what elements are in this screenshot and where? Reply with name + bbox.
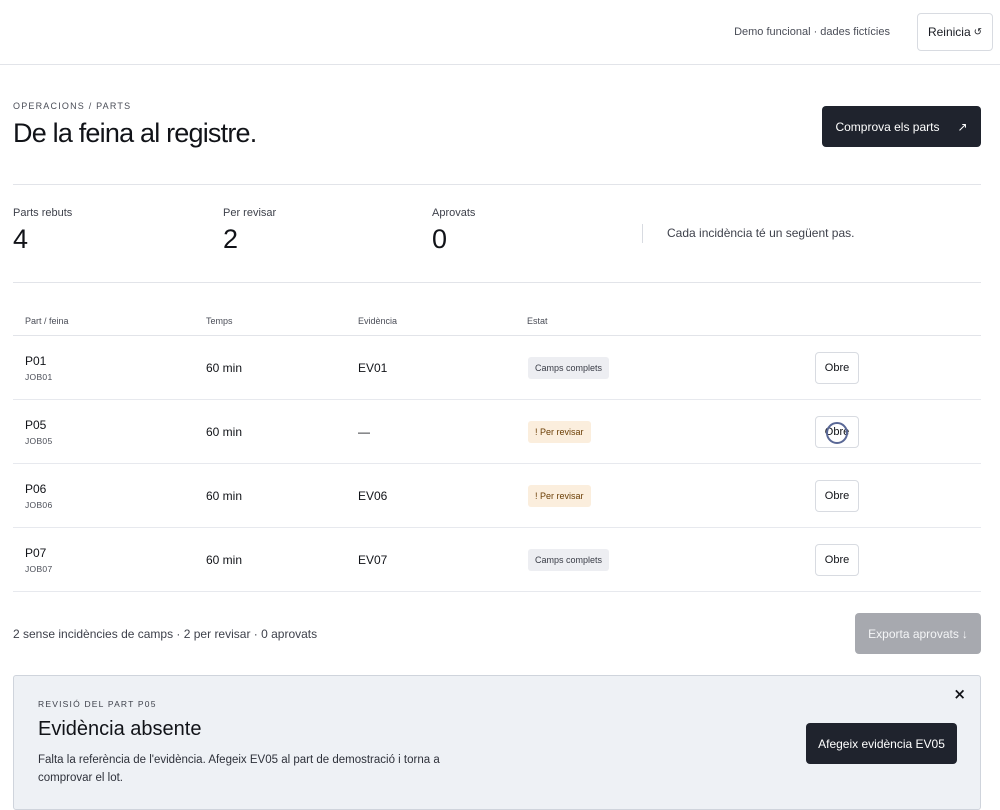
evidence-cell: EV01 xyxy=(358,361,388,375)
close-icon[interactable]: × xyxy=(953,685,966,703)
evidence-cell: — xyxy=(358,425,370,439)
stats-note: Cada incidència té un següent pas. xyxy=(667,226,855,240)
stat-to-review: Per revisar 2 xyxy=(223,207,276,255)
part-id: P05 xyxy=(25,418,47,432)
status-badge: ! Per revisar xyxy=(528,485,591,507)
open-button[interactable]: Obre xyxy=(815,416,859,448)
job-id: JOB01 xyxy=(25,372,53,382)
open-button[interactable]: Obre xyxy=(815,544,859,576)
column-header: Evidència xyxy=(358,316,398,326)
stat-label: Aprovats xyxy=(432,207,476,219)
add-evidence-button[interactable]: Afegeix evidència EV05 xyxy=(806,723,957,764)
stat-value: 2 xyxy=(223,224,239,254)
time-cell: 60 min xyxy=(206,553,243,567)
table-header: Part / feina Temps Evidència Estat xyxy=(13,306,981,336)
table-row: P05 JOB05 60 min — ! Per revisar Obre xyxy=(13,400,981,464)
stat-label: Parts rebuts xyxy=(13,207,73,219)
check-parts-label: Comprova els parts xyxy=(835,119,940,134)
open-button[interactable]: Obre xyxy=(815,352,859,384)
check-parts-button[interactable]: Comprova els parts ↗ xyxy=(822,106,981,147)
column-header: Estat xyxy=(527,316,548,326)
part-id: P01 xyxy=(25,354,47,368)
breadcrumb: OPERACIONS / PARTS xyxy=(13,101,132,111)
divider xyxy=(13,282,981,283)
reset-button[interactable]: Reinicia ↺ xyxy=(917,13,993,51)
arrow-up-right-icon: ↗ xyxy=(957,119,968,134)
reset-icon: ↺ xyxy=(973,26,983,38)
evidence-cell: EV07 xyxy=(358,553,388,567)
reset-label: Reinicia xyxy=(927,25,971,39)
stat-value: 0 xyxy=(432,224,448,254)
top-bar: Demo funcional · dades fictícies Reinici… xyxy=(0,0,1000,65)
part-id: P06 xyxy=(25,482,47,496)
divider xyxy=(13,184,981,185)
arrow-down-icon: ↓ xyxy=(961,626,968,641)
review-body: Falta la referència de l'evidència. Afeg… xyxy=(38,754,440,784)
part-id: P07 xyxy=(25,546,47,560)
table-row: P07 JOB07 60 min EV07 Camps complets Obr… xyxy=(13,528,981,592)
evidence-cell: EV06 xyxy=(358,489,388,503)
time-cell: 60 min xyxy=(206,489,243,503)
job-id: JOB05 xyxy=(25,436,53,446)
review-kicker: REVISIÓ DEL PART P05 xyxy=(38,699,157,709)
table-row: P01 JOB01 60 min EV01 Camps complets Obr… xyxy=(13,336,981,400)
job-id: JOB06 xyxy=(25,500,53,510)
export-approved-button[interactable]: Exporta aprovats ↓ xyxy=(855,613,981,654)
stat-label: Per revisar xyxy=(223,207,277,219)
summary-text: 2 sense incidències de camps · 2 per rev… xyxy=(13,627,318,641)
column-header: Part / feina xyxy=(25,316,69,326)
review-panel: REVISIÓ DEL PART P05 Evidència absente F… xyxy=(13,675,981,810)
status-badge: ! Per revisar xyxy=(528,421,591,443)
stat-divider xyxy=(642,224,643,243)
export-label: Exporta aprovats xyxy=(868,626,959,641)
review-title: Evidència absente xyxy=(38,718,202,740)
status-badge: Camps complets xyxy=(528,357,610,379)
cursor-focus-ring xyxy=(826,422,848,444)
stat-approved: Aprovats 0 xyxy=(432,207,475,255)
job-id: JOB07 xyxy=(25,564,53,574)
status-badge: Camps complets xyxy=(528,549,610,571)
time-cell: 60 min xyxy=(206,425,243,439)
open-button[interactable]: Obre xyxy=(815,480,859,512)
column-header: Temps xyxy=(206,316,233,326)
time-cell: 60 min xyxy=(206,361,243,375)
page-title: De la feina al registre. xyxy=(13,118,257,148)
stat-received: Parts rebuts 4 xyxy=(13,207,72,255)
stat-value: 4 xyxy=(13,224,29,254)
table-row: P06 JOB06 60 min EV06 ! Per revisar Obre xyxy=(13,464,981,528)
demo-label: Demo funcional · dades fictícies xyxy=(734,26,890,38)
